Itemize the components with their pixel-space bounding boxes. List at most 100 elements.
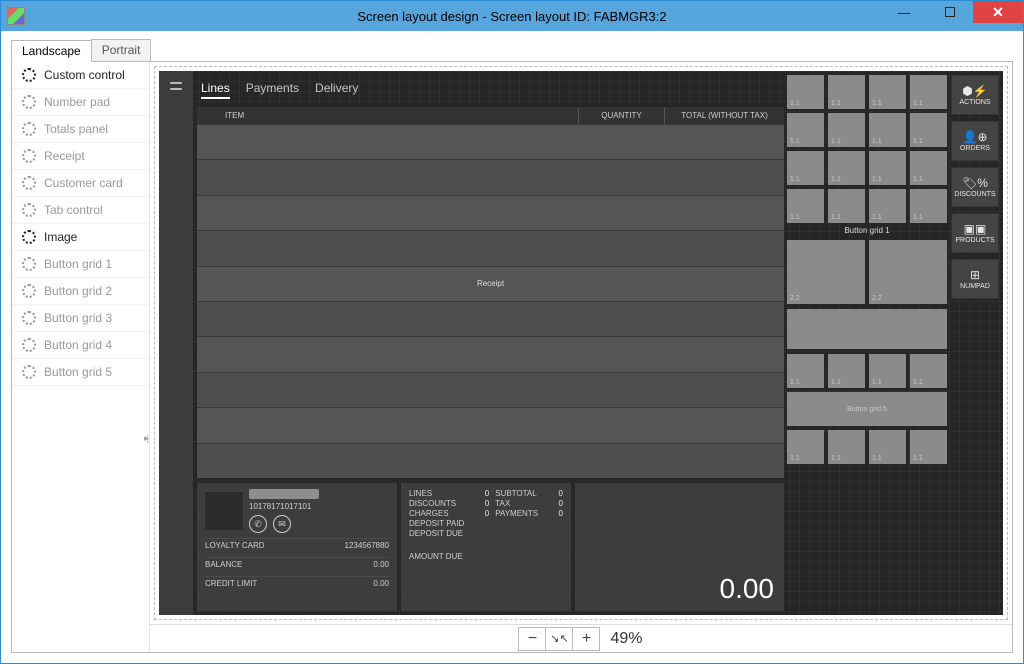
grid-cell[interactable]: 1.1 — [869, 75, 906, 109]
grid-cell[interactable]: 1.1 — [787, 189, 824, 223]
action-orders[interactable]: 👤⊕ORDERS — [951, 121, 999, 161]
col-quantity: QUANTITY — [578, 107, 664, 124]
mail-icon[interactable]: ✉ — [273, 515, 291, 533]
grid-cell[interactable]: 1.1 — [828, 113, 865, 147]
pos-right-column: 1.11.11.11.1 1.11.11.11.1 1.11.11.11.1 1… — [787, 71, 1003, 615]
close-icon: ✕ — [992, 4, 1004, 21]
actions-column: ⬢⚡ACTIONS 👤⊕ORDERS 🏷%DISCOUNTS ▣▣PRODUCT… — [951, 75, 999, 611]
grid-cell[interactable]: 1.1 — [910, 113, 947, 147]
gear-icon — [22, 230, 36, 244]
window-buttons: — ✕ — [881, 1, 1023, 31]
grid-cell[interactable]: 1.1 — [828, 75, 865, 109]
maximize-button[interactable] — [927, 1, 973, 23]
grid-cell[interactable]: 1.1 — [787, 430, 824, 464]
grid-cell[interactable]: 1.1 — [910, 354, 947, 388]
tab-page: Custom control Number pad Totals panel R… — [11, 61, 1013, 653]
button-grid-5[interactable]: 1.11.11.11.1 Button grid 5 1.11.11.11.1 — [787, 354, 947, 464]
button-grid-1-caption: Button grid 1 — [787, 226, 947, 235]
numpad-icon: ⊞ — [970, 269, 980, 281]
pos-tab-payments[interactable]: Payments — [246, 81, 299, 99]
titlebar[interactable]: Screen layout design - Screen layout ID:… — [1, 1, 1023, 31]
palette-label: Button grid 2 — [44, 284, 112, 298]
maximize-icon — [945, 7, 955, 17]
amount-due-label: AMOUNT DUE — [409, 552, 563, 561]
deposit-due-label: DEPOSIT DUE — [409, 529, 467, 538]
discounts-label: DISCOUNTS — [409, 499, 467, 508]
action-actions[interactable]: ⬢⚡ACTIONS — [951, 75, 999, 115]
palette-item-image[interactable]: Image — [12, 224, 149, 251]
grid-cell[interactable]: 1.1 — [787, 113, 824, 147]
action-products[interactable]: ▣▣PRODUCTS — [951, 213, 999, 253]
action-discounts[interactable]: 🏷%DISCOUNTS — [951, 167, 999, 207]
button-grid-1-top[interactable]: 1.11.11.11.1 1.11.11.11.1 1.11.11.11.1 1… — [787, 75, 947, 223]
grid-cell[interactable]: Button grid 5 — [787, 392, 947, 426]
palette-label: Button grid 3 — [44, 311, 112, 325]
customer-name-placeholder — [249, 489, 319, 499]
tab-landscape[interactable]: Landscape — [11, 40, 92, 62]
palette-label: Custom control — [44, 68, 125, 82]
customer-card[interactable]: 1017817101710​1 ✆ ✉ LOYALTY CARD12 — [197, 483, 397, 611]
grid-cell[interactable]: 1.1 — [828, 151, 865, 185]
grid-cell[interactable]: 1.1 — [910, 151, 947, 185]
grid-cell[interactable]: 1.1 — [828, 354, 865, 388]
palette-label: Totals panel — [44, 122, 108, 136]
grid-cell[interactable]: 2.2 — [869, 240, 947, 304]
palette-item-button-grid-4[interactable]: Button grid 4 — [12, 332, 149, 359]
close-button[interactable]: ✕ — [973, 1, 1023, 23]
action-numpad[interactable]: ⊞NUMPAD — [951, 259, 999, 299]
pos-layout[interactable]: Lines Payments Delivery ITEM QUANTITY TO… — [159, 71, 1003, 615]
grid-cell[interactable]: 1.1 — [787, 354, 824, 388]
lines-label: LINES — [409, 489, 467, 498]
palette-item-button-grid-5[interactable]: Button grid 5 — [12, 359, 149, 386]
gear-icon — [22, 95, 36, 109]
receipt-area[interactable]: Receipt — [197, 124, 784, 478]
grid-cell[interactable]: 1.1 — [828, 430, 865, 464]
tab-portrait[interactable]: Portrait — [91, 39, 152, 61]
palette-item-totals-panel[interactable]: Totals panel — [12, 116, 149, 143]
action-label: PRODUCTS — [955, 237, 994, 244]
button-grid-mid[interactable]: 2.2 2.2 — [787, 240, 947, 304]
palette-item-tab-control[interactable]: Tab control — [12, 197, 149, 224]
grid-cell[interactable]: 1.1 — [869, 151, 906, 185]
palette-item-custom-control[interactable]: Custom control — [12, 62, 149, 89]
phone-icon[interactable]: ✆ — [249, 515, 267, 533]
palette-label: Button grid 4 — [44, 338, 112, 352]
palette-label: Receipt — [44, 149, 85, 163]
grid-cell[interactable]: 1.1 — [869, 354, 906, 388]
palette-item-receipt[interactable]: Receipt — [12, 143, 149, 170]
amount-due-panel[interactable]: 0.00 — [575, 483, 784, 611]
pos-center: Lines Payments Delivery ITEM QUANTITY TO… — [193, 71, 787, 615]
tax-value: 0 — [547, 499, 563, 508]
pos-tab-delivery[interactable]: Delivery — [315, 81, 358, 99]
button-grid-wide[interactable] — [787, 309, 947, 349]
grid-cell[interactable]: 1.1 — [910, 75, 947, 109]
grid-cell[interactable]: 2.2 — [787, 240, 865, 304]
palette-item-button-grid-1[interactable]: Button grid 1 — [12, 251, 149, 278]
palette-expand-handle[interactable]: ▸| — [144, 433, 147, 444]
zoom-in-button[interactable]: + — [572, 627, 600, 651]
grid-cell[interactable]: 1.1 — [787, 75, 824, 109]
canvas-scroll[interactable]: Lines Payments Delivery ITEM QUANTITY TO… — [150, 62, 1012, 624]
palette-item-customer-card[interactable]: Customer card — [12, 170, 149, 197]
grid-cell[interactable]: 1.1 — [787, 151, 824, 185]
grid-cell[interactable]: 1.1 — [910, 189, 947, 223]
grid-cell[interactable]: 1.1 — [828, 189, 865, 223]
zoom-fit-button[interactable]: ↘↖ — [545, 627, 573, 651]
grid-cell[interactable]: 1.1 — [869, 189, 906, 223]
totals-panel-left[interactable]: LINES0 SUBTOTAL0 DISCOUNTS0 TAX0 CHARGES… — [401, 483, 571, 611]
grid-cell[interactable]: 1.1 — [869, 430, 906, 464]
grid-cell[interactable]: 1.1 — [910, 430, 947, 464]
pos-tab-lines[interactable]: Lines — [201, 81, 230, 99]
grid-cell[interactable]: 1.1 — [869, 113, 906, 147]
action-label: DISCOUNTS — [954, 191, 995, 198]
window-title: Screen layout design - Screen layout ID:… — [1, 9, 1023, 24]
palette-item-button-grid-2[interactable]: Button grid 2 — [12, 278, 149, 305]
gear-icon — [22, 149, 36, 163]
pos-left-rail[interactable] — [159, 71, 193, 615]
grid-cell[interactable] — [787, 309, 947, 349]
palette-item-number-pad[interactable]: Number pad — [12, 89, 149, 116]
menu-icon — [167, 79, 185, 93]
zoom-out-button[interactable]: − — [518, 627, 546, 651]
palette-item-button-grid-3[interactable]: Button grid 3 — [12, 305, 149, 332]
minimize-button[interactable]: — — [881, 1, 927, 23]
